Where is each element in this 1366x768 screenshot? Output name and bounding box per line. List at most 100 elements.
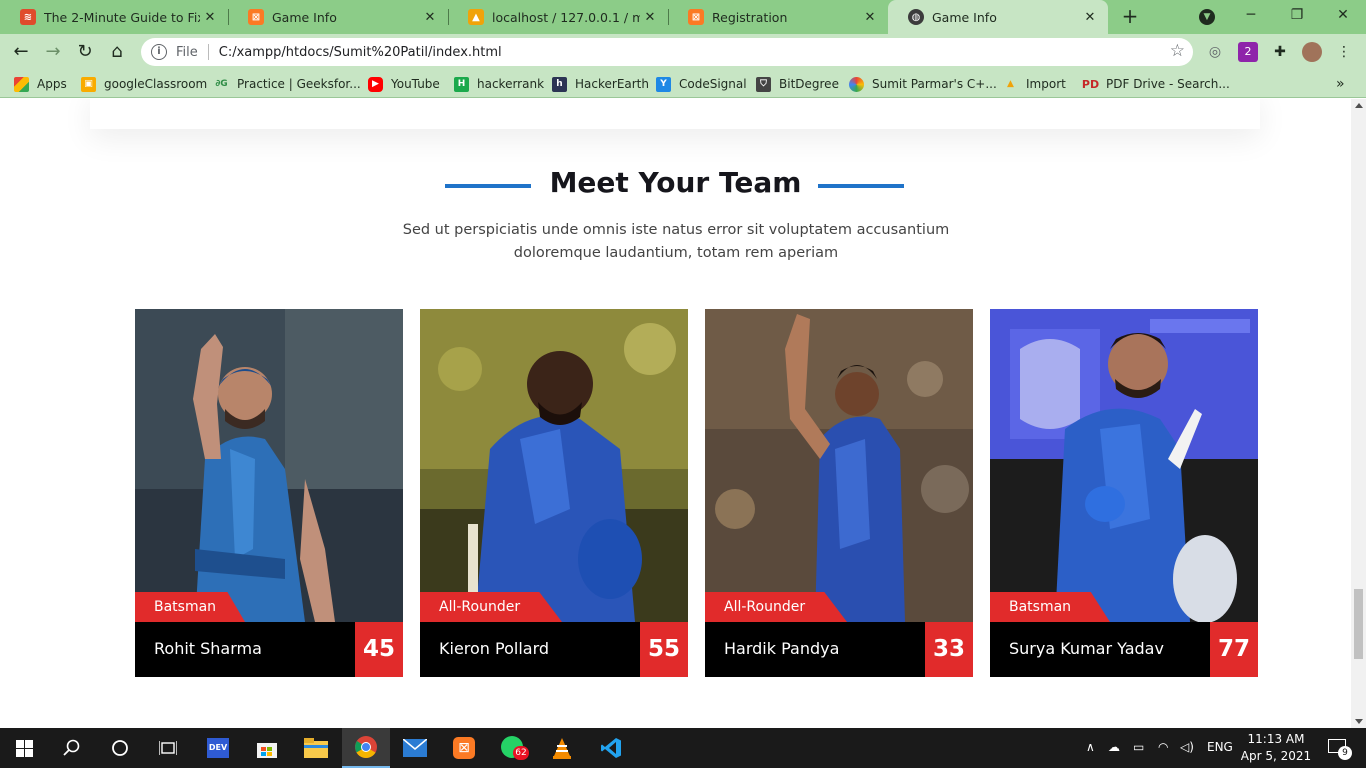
browser-toolbar: ← → ↻ ⌂ i File C:/xampp/htdocs/Sumit%20P… <box>0 34 1366 70</box>
classroom-icon: ▣ <box>81 76 96 92</box>
xampp-icon: ⊠ <box>688 9 704 25</box>
page-scrollbar[interactable] <box>1351 99 1366 728</box>
volume-icon[interactable]: ◁) <box>1180 740 1194 754</box>
extension-globe-icon[interactable]: ◎ <box>1205 42 1225 62</box>
whatsapp-icon[interactable]: 62 <box>489 728 537 768</box>
section-subtitle: Sed ut perspiciatis unde omnis iste natu… <box>402 222 950 261</box>
close-icon[interactable]: ✕ <box>640 10 660 25</box>
close-icon[interactable]: ✕ <box>1080 10 1100 25</box>
tab-title: Game Info <box>932 9 997 25</box>
team-card[interactable]: All-Rounder Kieron Pollard 55 <box>420 309 688 677</box>
forward-icon[interactable]: → <box>41 40 65 64</box>
player-name: Surya Kumar Yadav <box>1009 639 1164 658</box>
home-icon[interactable]: ⌂ <box>105 40 129 64</box>
tab-registration[interactable]: ⊠ Registration ✕ <box>668 0 888 34</box>
scroll-thumb[interactable] <box>1354 589 1363 659</box>
close-icon[interactable]: ✕ <box>420 10 440 25</box>
bookmark-geeksforgeeks[interactable]: ∂G Practice | Geeksfor... <box>214 75 360 93</box>
bookmark-sumit-parmar[interactable]: Sumit Parmar's C+... <box>849 75 997 93</box>
youtube-icon: ▶ <box>368 76 383 92</box>
reload-icon[interactable]: ↻ <box>73 40 97 64</box>
avatar[interactable] <box>1302 42 1322 62</box>
tab-title: Registration <box>712 9 788 25</box>
close-icon[interactable]: ✕ <box>860 10 880 25</box>
jersey-number: 45 <box>355 622 403 677</box>
extension-badge-icon[interactable]: 2 <box>1238 42 1258 62</box>
tab-game-info[interactable]: ⊠ Game Info ✕ <box>228 0 448 34</box>
task-view-icon[interactable] <box>144 728 192 768</box>
chrome-icon[interactable] <box>342 728 390 768</box>
pma-icon: ▲ <box>1007 79 1014 89</box>
tray-overflow-icon[interactable]: ∧ <box>1086 740 1095 754</box>
role-badge: All-Rounder <box>420 592 562 622</box>
player-photo <box>420 309 688 622</box>
onedrive-icon[interactable]: ☁ <box>1108 740 1120 754</box>
tab-strip: ≋ The 2-Minute Guide to Fixing ✕ ⊠ Game … <box>0 0 1366 34</box>
trello-icon: ≋ <box>20 9 36 25</box>
apps-grid-icon <box>14 76 29 92</box>
page-content: Meet Your Team Sed ut perspiciatis unde … <box>0 99 1351 728</box>
language-indicator[interactable]: ENG <box>1207 740 1233 754</box>
bookmark-hackerearth[interactable]: h HackerEarth <box>552 75 649 93</box>
hackerrank-icon: H <box>454 76 469 92</box>
tab-title: Game Info <box>272 9 337 25</box>
file-explorer-icon[interactable] <box>292 728 340 768</box>
cortana-icon[interactable] <box>96 728 144 768</box>
bookmark-star-icon[interactable]: ☆ <box>1170 41 1185 61</box>
clock-date: Apr 5, 2021 <box>1240 749 1312 763</box>
bookmark-import[interactable]: ▲ Import <box>1003 75 1066 93</box>
bookmark-codesignal[interactable]: Y CodeSignal <box>656 75 747 93</box>
bitdegree-icon: ⛉ <box>756 76 771 92</box>
scroll-up-icon[interactable] <box>1355 103 1363 108</box>
bookmark-hackerrank[interactable]: H hackerrank <box>454 75 544 93</box>
name-bar: Rohit Sharma 45 <box>135 622 403 677</box>
bookmark-youtube[interactable]: ▶ YouTube <box>368 75 440 93</box>
bookmark-apps[interactable]: Apps <box>14 75 67 93</box>
xampp-icon[interactable]: ⊠ <box>440 728 488 768</box>
team-card[interactable]: Batsman Surya Kumar Yadav 77 <box>990 309 1258 677</box>
minimize-icon[interactable]: ─ <box>1228 0 1274 32</box>
search-icon[interactable] <box>48 728 96 768</box>
window-close-icon[interactable]: ✕ <box>1320 0 1366 32</box>
tab-search-icon[interactable]: ▼ <box>1199 9 1215 25</box>
bookmark-classroom[interactable]: ▣ googleClassroom <box>81 75 207 93</box>
clock[interactable]: 11:13 AM Apr 5, 2021 <box>1236 731 1316 765</box>
dev-app-icon[interactable]: DEV <box>194 728 242 768</box>
notifications-icon[interactable]: 9 <box>1318 728 1358 768</box>
geeksforgeeks-icon: ∂G <box>215 79 228 89</box>
menu-dots-icon[interactable]: ⋮ <box>1334 42 1354 62</box>
team-card[interactable]: All-Rounder Hardik Pandya 33 <box>705 309 973 677</box>
player-name: Rohit Sharma <box>154 639 262 658</box>
scroll-down-icon[interactable] <box>1355 719 1363 724</box>
bookmarks-overflow-icon[interactable]: » <box>1336 75 1345 93</box>
mail-icon[interactable] <box>391 728 439 768</box>
tab-title: localhost / 127.0.0.1 / mi / mi <box>492 9 640 25</box>
tab-title: The 2-Minute Guide to Fixing <box>44 9 200 25</box>
store-icon[interactable] <box>243 728 291 768</box>
address-bar[interactable]: i File C:/xampp/htdocs/Sumit%20Patil/ind… <box>141 38 1193 66</box>
pdfdrive-icon: PD <box>1081 77 1100 91</box>
player-name: Hardik Pandya <box>724 639 840 658</box>
windows-start-icon[interactable] <box>0 728 48 768</box>
extensions-puzzle-icon[interactable]: ✚ <box>1270 42 1290 62</box>
team-card[interactable]: Batsman Rohit Sharma 45 <box>135 309 403 677</box>
jersey-number: 77 <box>1210 622 1258 677</box>
battery-icon[interactable]: ▭ <box>1133 740 1144 754</box>
vscode-icon[interactable] <box>587 728 635 768</box>
bookmark-bitdegree[interactable]: ⛉ BitDegree <box>756 75 839 93</box>
tab-phpmyadmin[interactable]: ▲ localhost / 127.0.0.1 / mi / mi ✕ <box>448 0 668 34</box>
title-line-right <box>818 184 904 188</box>
url-text[interactable]: C:/xampp/htdocs/Sumit%20Patil/index.html <box>219 45 502 60</box>
wifi-icon[interactable]: ◠ <box>1158 740 1168 754</box>
vlc-icon[interactable] <box>538 728 586 768</box>
new-tab-button[interactable]: + <box>1118 5 1142 29</box>
restore-icon[interactable]: ❐ <box>1274 0 1320 32</box>
close-icon[interactable]: ✕ <box>200 10 220 25</box>
back-icon[interactable]: ← <box>9 40 33 64</box>
bookmarks-bar: Apps ▣ googleClassroom ∂G Practice | Gee… <box>0 70 1366 98</box>
bookmark-pdfdrive[interactable]: PD PDF Drive - Search... <box>1081 75 1230 93</box>
tab-guide[interactable]: ≋ The 2-Minute Guide to Fixing ✕ <box>0 0 228 34</box>
tab-game-info-active[interactable]: ◍ Game Info ✕ <box>888 0 1108 34</box>
player-photo <box>990 309 1258 622</box>
info-icon[interactable]: i <box>151 44 167 60</box>
